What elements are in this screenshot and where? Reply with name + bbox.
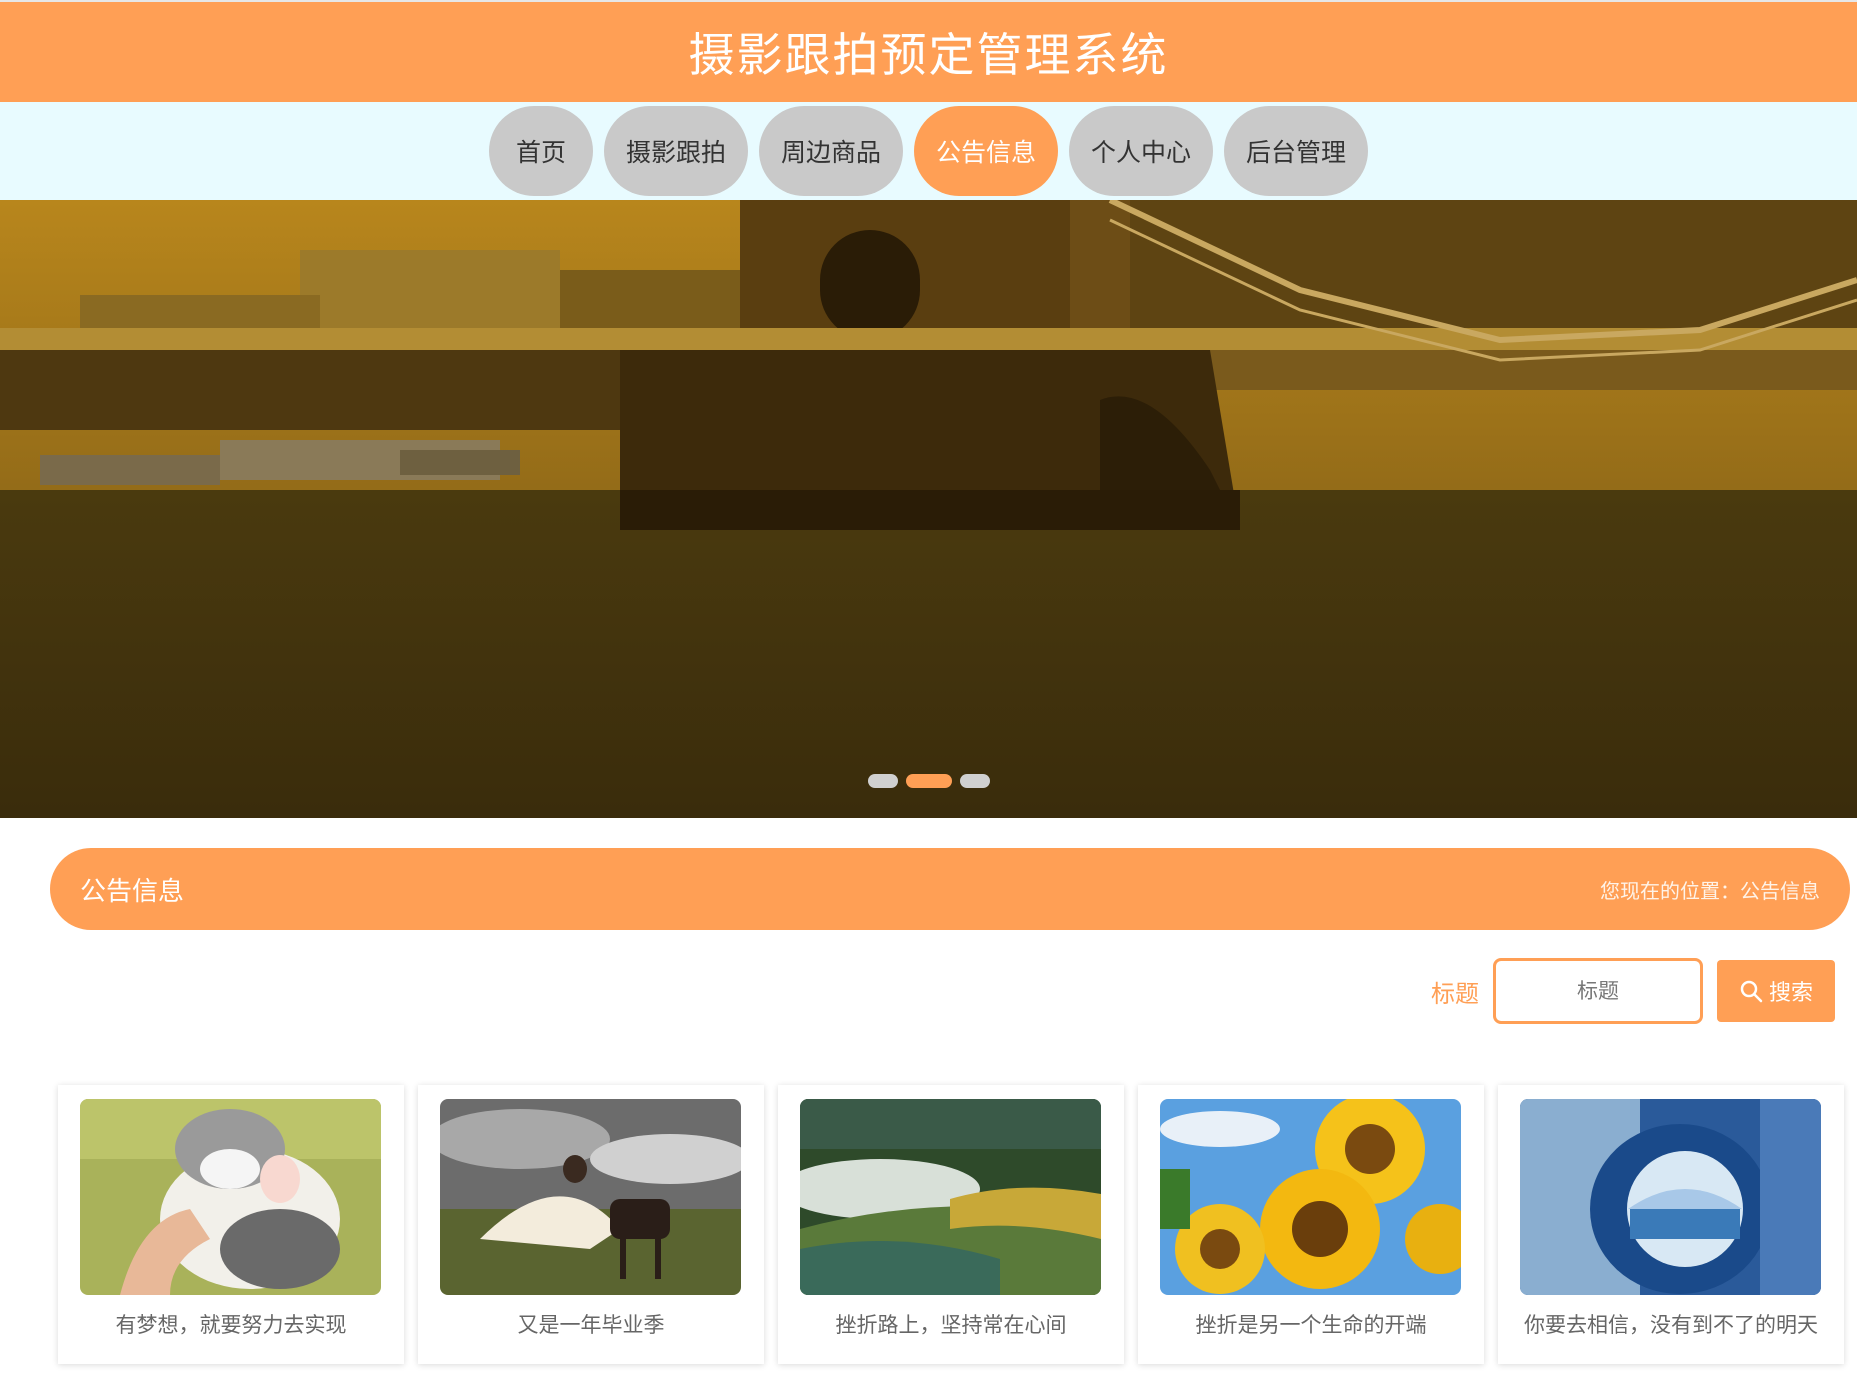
search-icon [1740,980,1763,1003]
site-title: 摄影跟拍预定管理系统 [688,28,1169,82]
rice-terraces-image [800,1099,1101,1295]
search-input[interactable] [1493,958,1703,1024]
nav-item-merchandise[interactable]: 周边商品 [759,106,903,196]
search-button-label: 搜索 [1768,981,1813,1006]
search-bar: 标题 搜索 [1431,958,1835,1024]
carousel-dot-3[interactable] [959,774,990,788]
nav-item-announcements[interactable]: 公告信息 [914,106,1058,196]
nav-item-admin[interactable]: 后台管理 [1224,106,1368,196]
announcement-card[interactable]: 有梦想，就要努力去实现 [58,1085,404,1364]
carousel-dot-1[interactable] [867,774,898,788]
nav-item-profile[interactable]: 个人中心 [1069,106,1213,196]
announcement-title[interactable]: 挫折是另一个生命的开端 [1160,1309,1462,1339]
announcement-title[interactable]: 有梦想，就要努力去实现 [80,1309,382,1339]
announcement-card[interactable]: 挫折路上，坚持常在心间 [778,1085,1124,1364]
search-button[interactable]: 搜索 [1717,960,1835,1022]
search-label: 标题 [1431,979,1479,1008]
section-title: 公告信息 [80,876,185,907]
site-header: 摄影跟拍预定管理系统 [0,0,1857,102]
carousel-dot-2[interactable] [905,774,952,788]
breadcrumb: 您现在的位置：公告信息 [1600,878,1820,903]
announcement-card[interactable]: 挫折是另一个生命的开端 [1138,1085,1484,1364]
cat-image [80,1099,381,1295]
announcement-list: 有梦想，就要努力去实现 又是一年毕业季 挫折路上，坚持常在心间 挫折是另一个生命… [58,1085,1844,1364]
announcement-card[interactable]: 你要去相信，没有到不了的明天 [1498,1085,1844,1364]
announcement-title[interactable]: 又是一年毕业季 [440,1309,742,1339]
section-title-bar: 公告信息 您现在的位置：公告信息 [50,848,1850,930]
announcement-title[interactable]: 挫折路上，坚持常在心间 [800,1309,1102,1339]
announcement-card[interactable]: 又是一年毕业季 [418,1085,764,1364]
banner-carousel[interactable] [0,200,1857,818]
sunflowers-image [1160,1099,1461,1295]
nav-item-home[interactable]: 首页 [489,106,593,196]
bride-horse-image [440,1099,741,1295]
ice-tunnel-image [1520,1099,1821,1295]
nav-item-photography[interactable]: 摄影跟拍 [604,106,748,196]
announcement-title[interactable]: 你要去相信，没有到不了的明天 [1520,1309,1822,1339]
carousel-indicators [0,774,1857,788]
main-nav: 首页 摄影跟拍 周边商品 公告信息 个人中心 后台管理 [0,102,1857,200]
tower-bridge-image [0,200,1857,818]
